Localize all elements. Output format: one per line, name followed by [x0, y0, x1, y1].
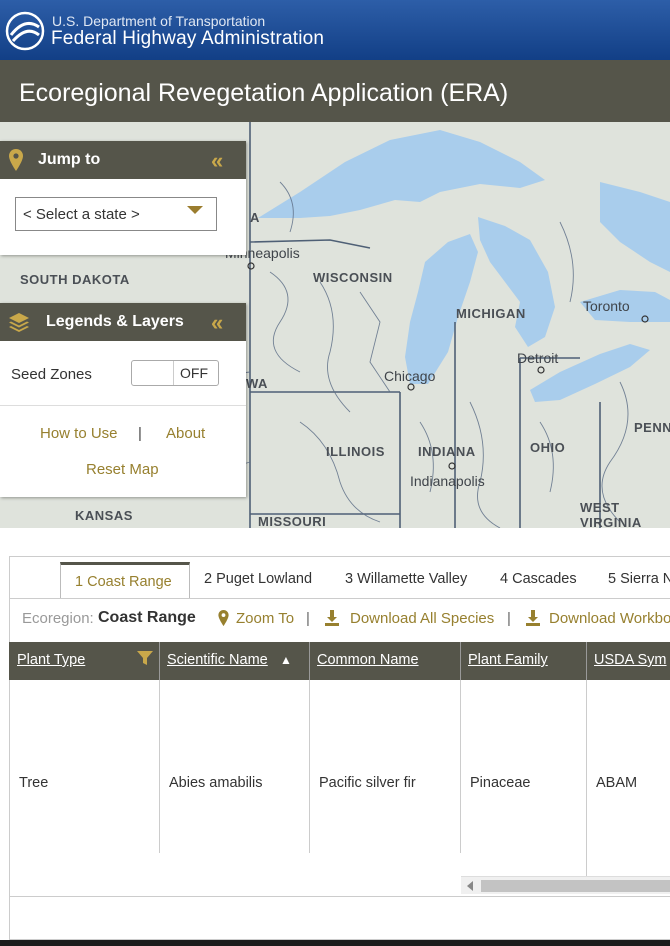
map-city-indianapolis: Indianapolis [410, 473, 485, 489]
layers-icon [9, 313, 29, 332]
app-title: Ecoregional Revegetation Application (ER… [19, 79, 509, 107]
column-plant-type[interactable]: Plant Type [17, 652, 85, 668]
map-city-chicago: Chicago [384, 368, 436, 384]
column-divider [460, 642, 461, 680]
column-divider [586, 642, 587, 680]
agency-department: U.S. Department of Transportation [52, 13, 266, 29]
tab-sierra-nevada[interactable]: 5 Sierra N [608, 571, 670, 587]
column-divider [460, 680, 461, 853]
map-label-kansas: KANSAS [75, 508, 133, 523]
bottom-strip [0, 940, 670, 946]
sort-ascending-icon: ▲ [280, 653, 292, 667]
map-label-ohio: OHIO [530, 440, 566, 455]
filter-icon[interactable] [137, 651, 153, 665]
map-city-detroit: Detroit [517, 350, 559, 366]
column-common-name[interactable]: Common Name [317, 652, 419, 668]
toggle-state: OFF [180, 365, 208, 381]
jump-to-title: Jump to [38, 151, 101, 168]
dot-logo-icon[interactable] [5, 11, 45, 51]
map-pin-icon [9, 149, 23, 171]
map-label-iowa-fragment: WA [246, 376, 268, 391]
map-label-west-virginia: WEST VIRGINIA [580, 500, 642, 528]
map-city-toronto: Toronto [583, 298, 630, 314]
ecoregion-label: Ecoregion: [22, 610, 94, 627]
state-select[interactable]: < Select a state > [15, 197, 217, 231]
column-usda-symbol[interactable]: USDA Sym [594, 652, 667, 668]
how-to-use-link[interactable]: How to Use [40, 425, 118, 442]
tab-coast-range-label[interactable]: 1 Coast Range [75, 574, 172, 590]
download-workbook-link[interactable]: Download Workbo [549, 610, 670, 627]
zoom-to-link[interactable]: Zoom To [236, 610, 294, 627]
column-scientific-name[interactable]: Scientific Name [167, 652, 268, 668]
toolbar-separator: | [306, 610, 310, 627]
table-horizontal-scrollbar[interactable] [461, 876, 670, 894]
jump-to-header[interactable]: Jump to « [0, 141, 246, 179]
dropdown-caret-icon [187, 206, 203, 214]
download-icon [526, 610, 540, 626]
column-divider [309, 642, 310, 680]
toggle-knob [132, 361, 174, 385]
agency-administration: Federal Highway Administration [51, 28, 325, 49]
map-label-penn: PENN [634, 420, 670, 435]
cell-scientific-name: Abies amabilis [169, 775, 263, 791]
cell-plant-type: Tree [19, 775, 49, 791]
collapse-legends-icon[interactable]: « [211, 310, 223, 336]
cell-plant-family: Pinaceae [470, 775, 531, 791]
tab-willamette-valley[interactable]: 3 Willamette Valley [345, 571, 467, 587]
column-divider [159, 680, 160, 853]
about-link[interactable]: About [166, 425, 205, 442]
reset-map-link[interactable]: Reset Map [86, 461, 159, 478]
scrollbar-thumb[interactable] [481, 880, 670, 892]
seed-zones-toggle[interactable]: OFF [131, 360, 219, 386]
map-label-wisconsin: WISCONSIN [313, 270, 393, 285]
scroll-left-icon[interactable] [467, 881, 473, 891]
legends-title: Legends & Layers [46, 313, 184, 330]
map-label-south-dakota: SOUTH DAKOTA [20, 272, 130, 287]
map-label-illinois: ILLINOIS [326, 444, 385, 459]
column-divider [309, 680, 310, 853]
cell-usda-symbol: ABAM [596, 775, 638, 791]
seed-zones-label: Seed Zones [11, 366, 92, 383]
tab-puget-lowland[interactable]: 2 Puget Lowland [204, 571, 312, 587]
column-divider [159, 642, 160, 680]
ecoregion-value: Coast Range [98, 609, 196, 626]
collapse-jump-to-icon[interactable]: « [211, 148, 223, 174]
panel-divider [0, 405, 246, 406]
map-label-indiana: INDIANA [418, 444, 476, 459]
download-icon [325, 610, 339, 626]
table-footer [9, 896, 670, 940]
state-select-value: < Select a state > [23, 206, 140, 223]
map-label-michigan: MICHIGAN [456, 306, 526, 321]
legends-header[interactable]: Legends & Layers « [0, 303, 246, 341]
tab-cascades[interactable]: 4 Cascades [500, 571, 577, 587]
column-plant-family[interactable]: Plant Family [468, 652, 548, 668]
column-divider [586, 680, 587, 876]
toolbar-separator: | [507, 610, 511, 627]
link-separator: | [138, 425, 142, 442]
cell-common-name: Pacific silver fir [319, 775, 416, 791]
download-all-species-link[interactable]: Download All Species [350, 610, 494, 627]
map-label-missouri: MISSOURI [258, 514, 327, 528]
map-pin-icon [218, 610, 229, 626]
map-label-minnesota-fragment: A [250, 210, 260, 225]
